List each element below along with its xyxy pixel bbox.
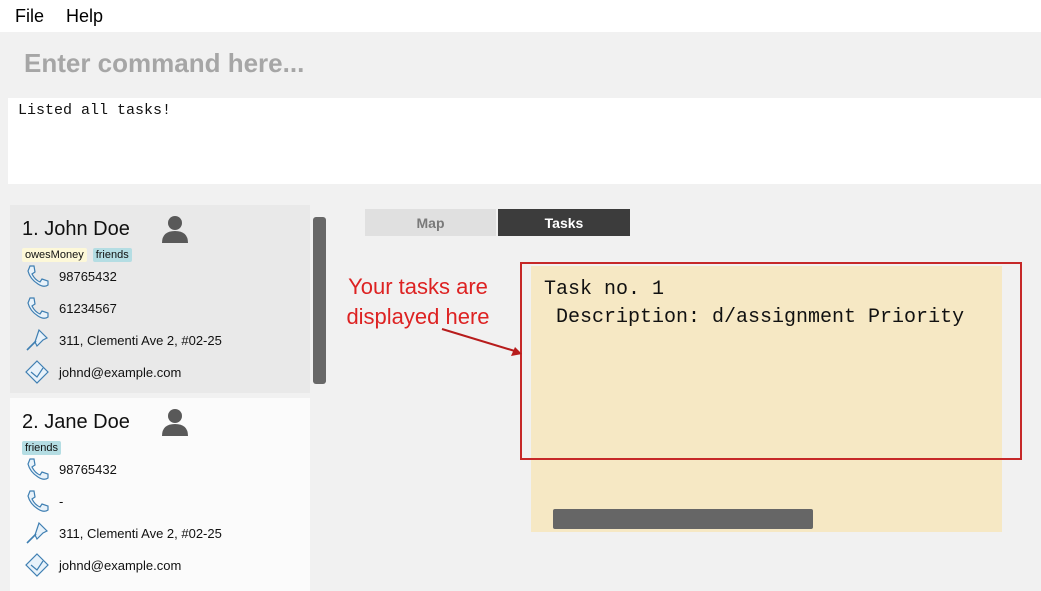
person-list[interactable]: 1. John Doe owesMoney friends 98765432 61… [10,205,312,591]
tab-tasks[interactable]: Tasks [498,209,630,236]
tag-list: owesMoney friends [22,245,138,263]
person-icon [162,216,188,243]
command-box [0,32,1041,96]
task-panel-scrollbar[interactable] [553,509,813,529]
menu-file[interactable]: File [15,6,44,27]
person-name: 2. Jane Doe [22,411,130,433]
person-name: 1. John Doe [22,218,130,240]
result-display: Listed all tasks! [8,98,1041,184]
menu-bar: File Help [0,0,1041,32]
address-text: 311, Clementi Ave 2, #02-25 [59,526,222,541]
annotation-text: Your tasks are displayed here [346,274,490,329]
email-text: johnd@example.com [59,558,182,573]
tag-list: friends [22,438,67,456]
tag-owesmoney: owesMoney [22,248,87,262]
annotation-arrow-icon [441,328,522,356]
person-list-scrollbar[interactable] [313,217,326,384]
phone-text: 98765432 [59,269,117,284]
result-text: Listed all tasks! [18,102,172,119]
annotation-highlight-box [520,262,1022,460]
address-pin-icon [26,521,49,544]
phone-icon [27,297,49,319]
email-icon [25,553,49,577]
tag-friends: friends [22,441,62,455]
tag-friends: friends [92,248,132,262]
phone-text: 61234567 [59,301,117,316]
command-input[interactable] [10,38,1036,88]
menu-help[interactable]: Help [66,6,103,27]
tab-map[interactable]: Map [365,209,496,236]
phone-icon [27,458,49,480]
person-icon [162,409,188,436]
phone-icon [27,265,49,287]
phone-icon [27,490,49,512]
address-text: 311, Clementi Ave 2, #02-25 [59,333,222,348]
person-card[interactable]: 2. Jane Doe friends 98765432 - 311, Clem… [10,398,310,591]
phone-text: 98765432 [59,462,117,477]
email-icon [25,360,49,384]
phone-text: - [59,494,64,509]
email-text: johnd@example.com [59,365,182,380]
address-pin-icon [26,328,49,351]
person-card[interactable]: 1. John Doe owesMoney friends 98765432 61… [10,205,310,393]
